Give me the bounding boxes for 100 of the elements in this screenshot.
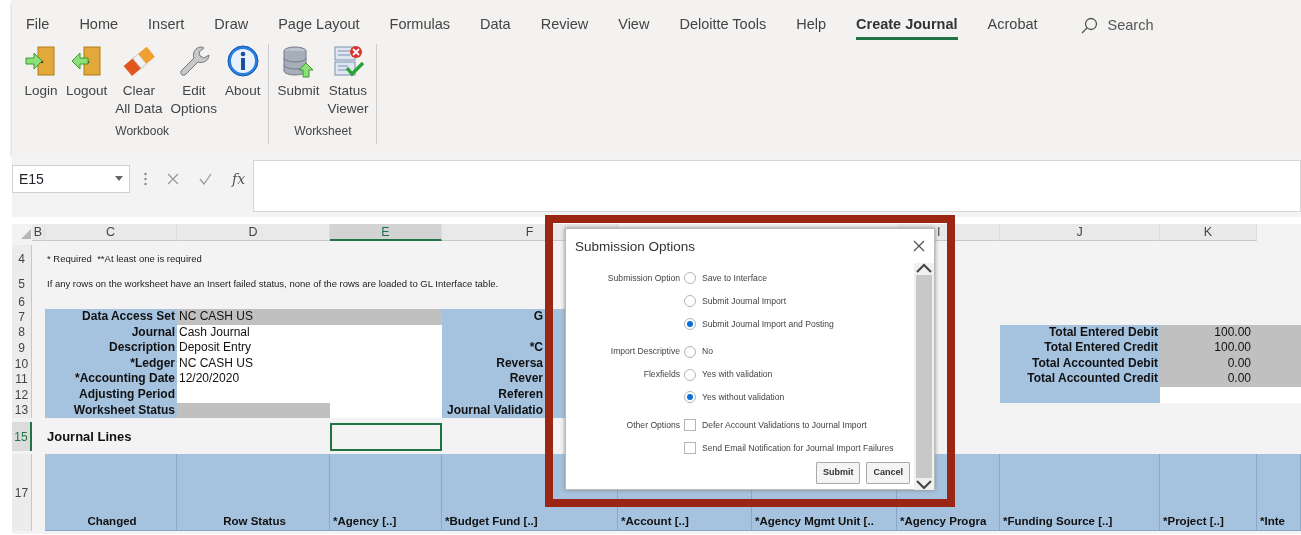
radio-button[interactable] [684,391,696,404]
field-label: Referen [497,386,543,403]
total-value: 0.00 [1160,371,1301,387]
close-icon[interactable] [913,240,925,252]
chevron-up-icon[interactable] [916,263,932,273]
ribbon-button[interactable]: Clear All Data [113,44,165,122]
field-value: NC CASH US [177,309,330,325]
row-header[interactable]: 7 [12,309,32,325]
total-label: Total Accounted Credit [1000,371,1160,387]
radio-button[interactable] [684,318,696,330]
row-header[interactable]: 11 [12,371,32,387]
name-box[interactable]: E15 [12,165,130,193]
checkbox[interactable] [684,419,696,432]
ribbon-button[interactable]: Login [22,44,60,122]
ribbon-tab[interactable]: File [26,12,50,40]
ribbon-tab[interactable]: Deloitte Tools [679,12,767,40]
select-all-icon[interactable] [21,229,31,239]
search-icon [1079,17,1098,35]
note-text: * Required **At least one is required [47,251,202,266]
ribbon-tab[interactable]: Page Layout [278,12,360,40]
field-value: 12/20/2020 [177,371,330,387]
radio-button[interactable] [684,272,696,285]
door-arrow-icon [24,44,58,78]
row-header[interactable]: 15 [12,422,32,452]
search-field[interactable]: Search [1107,15,1198,37]
column-heading: Changed [45,454,177,532]
field-label: Reversa [495,355,543,372]
option-label: Submission Option [607,272,680,283]
ribbon-tab[interactable]: Formulas [389,12,451,40]
row-header[interactable]: 4 [12,245,32,273]
row-header[interactable]: 6 [12,295,32,309]
dropdown-caret-icon[interactable] [115,176,123,182]
column-heading: *Agency [..] [330,454,442,532]
ribbon-button[interactable]: Edit Options [168,44,220,122]
ribbon-button[interactable]: Submit [275,44,322,122]
checkbox[interactable] [684,441,696,454]
option-text: Defer Account Validations to Journal Import [702,418,867,432]
insert-function-button[interactable]: fx [232,168,246,190]
radio-button[interactable] [684,295,696,308]
ribbon-tab[interactable]: Insert [148,12,185,40]
field-value: Deposit Entry [177,340,330,356]
row-header[interactable]: 5 [12,273,32,295]
ribbon-button[interactable]: About [223,44,263,122]
field-label: *C [528,340,543,356]
column-header[interactable]: J [1000,224,1160,241]
total-label: Total Entered Credit [1000,340,1160,356]
database-upload-icon [281,44,316,78]
group-label: Worksheet [294,123,352,140]
dialog-title: Submission Options [575,238,696,256]
ribbon-button[interactable]: Logout [64,44,110,122]
dialog-button[interactable]: Cancel [866,462,910,484]
field-label: *Accounting Date [45,371,177,387]
column-heading: *Funding Source [..] [1000,454,1160,532]
option-label: Import Descriptive [610,346,680,357]
ribbon-tab[interactable]: Review [540,12,589,40]
row-header[interactable]: 9 [12,340,32,356]
option-text: Send Email Notification for Journal Import Failures [702,441,894,455]
option-label: Flexfields [643,369,680,380]
eraser-icon [121,44,156,78]
ribbon-tab[interactable]: Home [79,12,119,40]
ribbon-tab[interactable]: Data [480,12,511,40]
total-label: Total Entered Debit [1000,324,1160,341]
check-icon[interactable] [199,173,212,185]
ribbon-tab[interactable]: Help [796,12,826,40]
ribbon-tab[interactable]: Draw [214,12,249,40]
field-label: Description [45,340,177,356]
column-heading: Row Status [177,454,330,532]
column-header[interactable]: K [1160,224,1257,241]
column-heading: *Inte [1257,454,1301,532]
ribbon-tab[interactable]: Create Journal [856,12,958,40]
info-icon [225,44,260,78]
row-header[interactable]: 17 [12,454,32,532]
option-text: Yes without validation [702,390,785,404]
formula-input[interactable] [253,160,1301,212]
dialog-button[interactable]: Submit [816,462,861,484]
radio-button[interactable] [684,345,696,358]
option-text: No [702,345,713,359]
total-value: 100.00 [1160,324,1301,341]
chevron-down-icon[interactable] [916,480,932,490]
ribbon-tab[interactable]: View [618,12,650,40]
scrollbar[interactable] [914,263,934,490]
field-label: Rever [508,371,543,387]
option-text: Submit Journal Import and Posting [702,317,834,331]
field-label: Journal Validatio [445,402,543,419]
ribbon-tab[interactable]: Acrobat [987,12,1038,40]
cancel-icon[interactable] [167,173,179,185]
drag-handle-icon[interactable] [144,172,147,186]
total-value: 100.00 [1160,340,1301,356]
option-text: Yes with validation [702,368,773,382]
field-label: G [532,309,543,325]
section-title: Journal Lines [46,427,133,446]
column-header[interactable]: C [45,224,177,241]
column-header[interactable]: E [330,224,442,241]
door-arrow-icon [69,44,104,78]
column-header[interactable]: D [177,224,330,241]
radio-button[interactable] [684,368,696,381]
group-label: Workbook [115,123,170,140]
field-label: Data Access Set [45,309,177,325]
ribbon-button[interactable]: Status Viewer [325,44,371,122]
column-header[interactable]: B [32,224,45,241]
